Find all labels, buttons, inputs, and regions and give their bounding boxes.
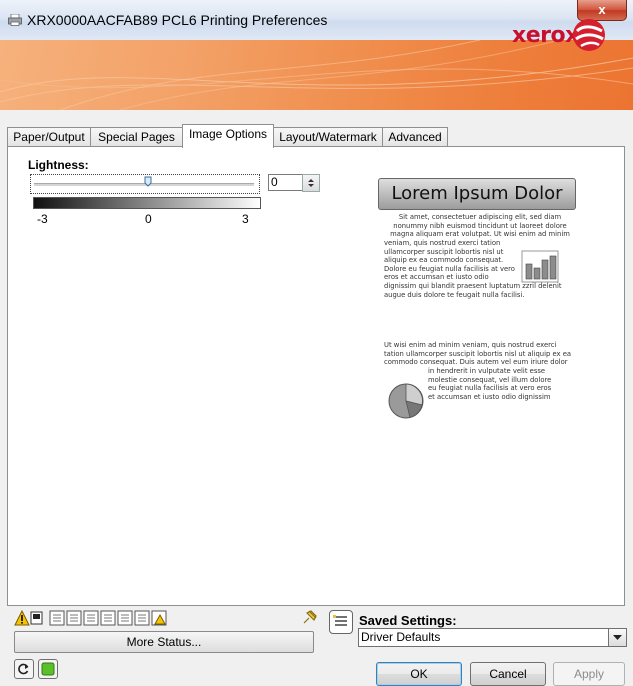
cancel-button[interactable]: Cancel	[470, 662, 546, 686]
preview-line: in hendrerit in vulputate velit esse	[428, 367, 546, 375]
reset-button[interactable]	[14, 659, 34, 679]
tab-layout-watermark[interactable]: Layout/Watermark	[273, 127, 383, 147]
lightness-mid-label: 0	[145, 212, 152, 226]
dropdown-arrow-button[interactable]	[608, 628, 627, 647]
preview-line: et accumsan et iusto odio dignissim	[428, 392, 551, 401]
preview-line: tation ullamcorper suscipit lobortis nis…	[384, 349, 572, 358]
preview-paragraph-2: Ut wisi enim ad minim veniam, quis nostr…	[384, 341, 571, 367]
preview-line: nonummy nibh euismod tincidunt ut laoree…	[393, 221, 567, 230]
printer-status-icon	[30, 611, 43, 625]
preview-line: eu feugiat nulla facilisis at vero eros	[428, 384, 552, 393]
printer-icon	[8, 14, 22, 26]
tab-paper-output[interactable]: Paper/Output	[7, 127, 91, 147]
apply-button[interactable]: Apply	[553, 662, 625, 686]
spinner-arrows-icon	[308, 179, 314, 187]
xerox-logo-icon	[573, 19, 605, 51]
preview-line: veniam, quis nostrud exerci tation	[384, 239, 501, 247]
xerox-banner	[0, 40, 633, 110]
preview-paragraph-2-wrap: in hendrerit in vulputate velit esse mol…	[428, 367, 551, 401]
preview-line: Ut wisi enim ad minim veniam, quis nostr…	[384, 341, 557, 349]
xerox-wordmark: xerox	[512, 23, 579, 48]
pin-icon[interactable]	[300, 607, 320, 627]
preview-line: Sit amet, consectetuer adipiscing elit, …	[398, 213, 562, 221]
saved-settings-dropdown[interactable]: Driver Defaults	[358, 628, 610, 647]
lightness-value-input[interactable]: 0	[268, 174, 304, 191]
slider-thumb[interactable]	[144, 176, 152, 187]
status-icons-row	[14, 609, 167, 626]
green-status-icon	[41, 662, 55, 676]
refresh-icon	[18, 663, 29, 675]
tab-advanced[interactable]: Advanced	[382, 127, 448, 147]
more-status-button[interactable]: More Status...	[14, 631, 314, 653]
preview-line: commodo consequat. Duis autem vel eum ir…	[384, 358, 568, 367]
lightness-spinner[interactable]	[302, 174, 320, 192]
preview-paragraph-1: Sit amet, consectetuer adipiscing elit, …	[382, 213, 578, 239]
preview-line: molestie consequat, vel illum dolore	[428, 375, 552, 384]
tab-special-pages[interactable]: Special Pages	[90, 127, 183, 147]
warning-icon	[14, 609, 30, 626]
banner-swoosh-graphic	[0, 40, 633, 110]
lightness-min-label: -3	[37, 212, 48, 226]
saved-settings-icon	[329, 610, 353, 634]
chevron-down-icon	[613, 635, 622, 640]
saved-settings-label: Saved Settings:	[359, 613, 457, 628]
lightness-max-label: 3	[242, 212, 249, 226]
window-title: XRX0000AACFAB89 PCL6 Printing Preference…	[27, 12, 328, 28]
preview-line: magna aliquam erat volutpat. Ut wisi eni…	[390, 230, 570, 239]
paper-tray-icons	[49, 610, 167, 626]
preview-line: augue duis dolore te feugait nulla facil…	[384, 290, 525, 299]
lightness-label: Lightness:	[28, 158, 89, 172]
pie-chart-icon	[388, 383, 424, 419]
ok-button[interactable]: OK	[376, 662, 462, 686]
bar-chart-icon	[521, 250, 559, 283]
eco-button[interactable]	[38, 659, 58, 679]
preview-title: Lorem Ipsum Dolor	[378, 178, 576, 210]
tab-image-options[interactable]: Image Options	[182, 124, 274, 148]
lightness-gradient-bar	[33, 197, 261, 209]
